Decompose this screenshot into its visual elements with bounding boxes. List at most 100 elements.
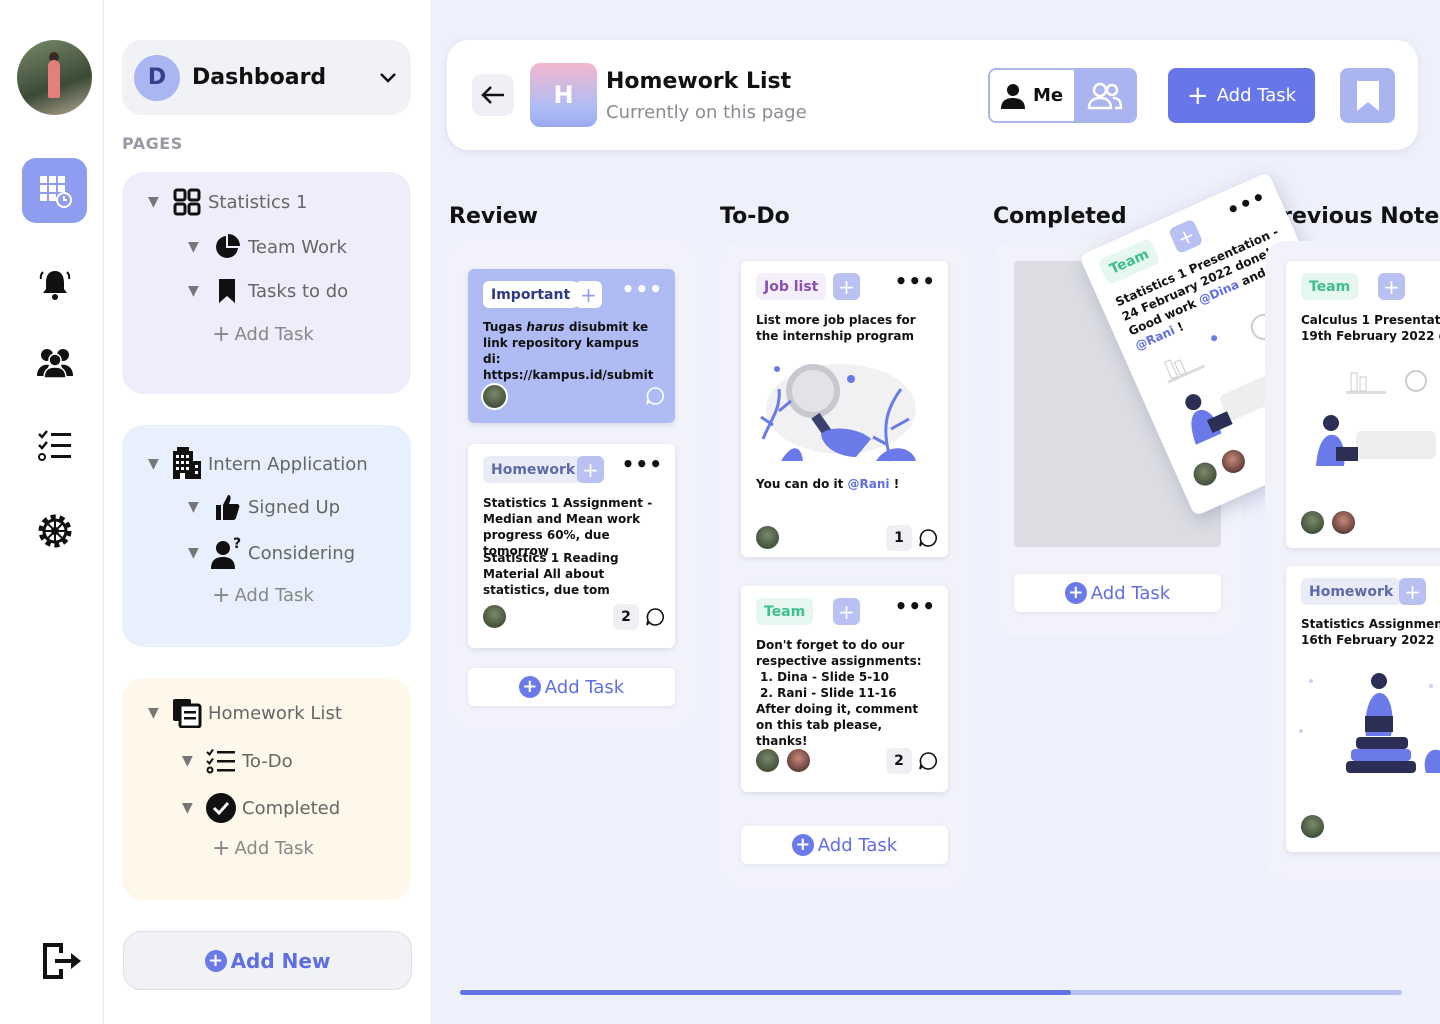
more-options-icon[interactable]: ••• <box>1223 184 1271 223</box>
card-text-part: ! <box>889 477 900 491</box>
plus-circle-icon: + <box>518 676 541 698</box>
collapse-triangle-icon[interactable]: ▼ <box>148 194 170 210</box>
add-new-page-button[interactable]: + Add New <box>123 931 412 990</box>
add-task-label: Add Task <box>544 676 625 698</box>
task-card[interactable]: Team + Calculus 1 Presentation 19th Febr… <box>1286 261 1440 548</box>
logout-button[interactable] <box>28 928 93 993</box>
comment-icon[interactable] <box>645 386 665 406</box>
page-header: H Homework List Currently on this page M… <box>447 40 1418 150</box>
page-intern-application[interactable]: ▼ Intern Application <box>148 447 368 481</box>
toggle-team-option[interactable] <box>1074 70 1135 121</box>
add-tag-button[interactable]: + <box>1378 273 1405 300</box>
mention-link[interactable]: @Rani <box>848 477 890 491</box>
add-task-button[interactable]: + Add Task <box>741 826 948 864</box>
page-label: Team Work <box>248 236 347 258</box>
add-tag-button[interactable]: + <box>575 281 602 308</box>
checklist-icon <box>37 429 71 461</box>
dashboard-selector[interactable]: D Dashboard <box>122 40 411 115</box>
collapse-triangle-icon[interactable]: ▼ <box>188 283 210 299</box>
add-tag-button[interactable]: + <box>1167 218 1204 255</box>
page-considering[interactable]: ▼ ? Considering <box>188 537 355 569</box>
users-outline-icon <box>1087 82 1122 109</box>
comment-icon[interactable] <box>918 528 938 548</box>
collapse-triangle-icon[interactable]: ▼ <box>148 705 170 721</box>
collapse-triangle-icon[interactable]: ▼ <box>188 499 210 515</box>
tag-homework[interactable]: Homework <box>483 456 584 483</box>
pie-chart-icon <box>216 234 240 258</box>
add-tag-button[interactable]: + <box>1399 578 1426 605</box>
page-signed-up[interactable]: ▼ Signed Up <box>188 493 340 521</box>
back-button[interactable] <box>472 74 514 116</box>
bell-icon <box>39 270 70 300</box>
task-card[interactable]: Homework + ••• Statistics 1 Assignment -… <box>468 444 675 648</box>
plus-circle-icon: + <box>204 949 227 972</box>
collapse-triangle-icon[interactable]: ▼ <box>182 753 204 769</box>
page-badge: H <box>530 63 597 127</box>
add-tag-button[interactable]: + <box>577 456 604 483</box>
comment-icon[interactable] <box>645 607 665 627</box>
team-nav-button[interactable] <box>22 330 87 395</box>
gear-icon <box>38 514 71 547</box>
plus-icon: + <box>212 322 231 347</box>
chevron-down-icon[interactable] <box>379 72 397 84</box>
page-title: Homework List <box>606 69 792 94</box>
page-tasks-to-do[interactable]: ▼ Tasks to do <box>188 278 348 304</box>
tag-job-list[interactable]: Job list <box>756 273 827 300</box>
grid-apps-icon <box>173 188 201 216</box>
add-task-button[interactable]: + Add Task <box>1014 574 1221 612</box>
person-icon <box>1000 83 1025 109</box>
add-task-button[interactable]: + Add Task <box>468 668 675 706</box>
dashboard-nav-button[interactable] <box>22 158 87 223</box>
add-tag-button[interactable]: + <box>833 598 860 625</box>
add-tag-button[interactable]: + <box>833 273 860 300</box>
add-task-button[interactable]: + Add Task <box>1168 68 1315 123</box>
card-list-item: 1. Dina - Slide 5-10 <box>760 670 889 684</box>
add-new-label: Add New <box>230 948 331 973</box>
task-card[interactable]: Team + ••• Don't forget to do our respec… <box>741 586 948 792</box>
page-to-do[interactable]: ▼ To-Do <box>182 748 293 774</box>
user-avatar[interactable] <box>17 40 92 115</box>
add-task-label: Add Task <box>817 834 898 856</box>
thumbs-up-icon <box>216 495 240 520</box>
bookmark-button[interactable] <box>1340 68 1395 123</box>
plus-icon: + <box>212 583 231 608</box>
more-options-icon[interactable]: ••• <box>622 452 663 476</box>
collapse-triangle-icon[interactable]: ▼ <box>182 800 204 816</box>
more-options-icon[interactable]: ••• <box>895 269 936 293</box>
page-team-work[interactable]: ▼ Team Work <box>188 234 347 260</box>
notifications-nav-button[interactable] <box>22 252 87 317</box>
tag-team[interactable]: Team <box>756 598 814 625</box>
task-card[interactable]: Job list + ••• List more job places for … <box>741 261 948 557</box>
page-group-homework: ▼ Homework List ▼ To-Do ▼ Completed + Ad… <box>122 678 411 900</box>
tag-important[interactable]: Important <box>483 281 579 308</box>
tag-homework[interactable]: Homework <box>1301 578 1402 605</box>
add-task-link[interactable]: + Add Task <box>212 583 314 608</box>
checklist-icon <box>206 748 235 774</box>
board-scrollbar-thumb[interactable] <box>460 990 1071 995</box>
column-title-review: Review <box>449 204 538 229</box>
collapse-triangle-icon[interactable]: ▼ <box>148 456 170 472</box>
card-text: Tugas harus disubmit ke link repository … <box>483 319 660 383</box>
comment-icon[interactable] <box>918 751 938 771</box>
settings-nav-button[interactable] <box>22 498 87 563</box>
page-statistics-1[interactable]: ▼ Statistics 1 <box>148 188 307 216</box>
logout-icon <box>42 942 81 979</box>
card-text-part: Tugas <box>483 320 527 334</box>
svg-text:?: ? <box>233 537 241 552</box>
add-task-label: Add Task <box>1090 582 1171 604</box>
comment-count: 1 <box>886 525 912 551</box>
add-task-link[interactable]: + Add Task <box>212 322 314 347</box>
task-card[interactable]: Homework + Statistics Assignment 1 due 1… <box>1286 566 1440 852</box>
page-completed[interactable]: ▼ Completed <box>182 792 340 824</box>
collapse-triangle-icon[interactable]: ▼ <box>188 239 210 255</box>
toggle-me-option[interactable]: Me <box>990 70 1074 121</box>
more-options-icon[interactable]: ••• <box>622 277 663 301</box>
collapse-triangle-icon[interactable]: ▼ <box>188 545 210 561</box>
add-task-link[interactable]: + Add Task <box>212 836 314 861</box>
page-homework-list[interactable]: ▼ Homework List <box>148 698 342 728</box>
tasks-nav-button[interactable] <box>22 412 87 477</box>
more-options-icon[interactable]: ••• <box>895 594 936 618</box>
add-task-label: Add Task <box>234 838 314 859</box>
task-card[interactable]: Important + ••• Tugas harus disubmit ke … <box>468 269 675 423</box>
tag-team[interactable]: Team <box>1301 273 1359 300</box>
